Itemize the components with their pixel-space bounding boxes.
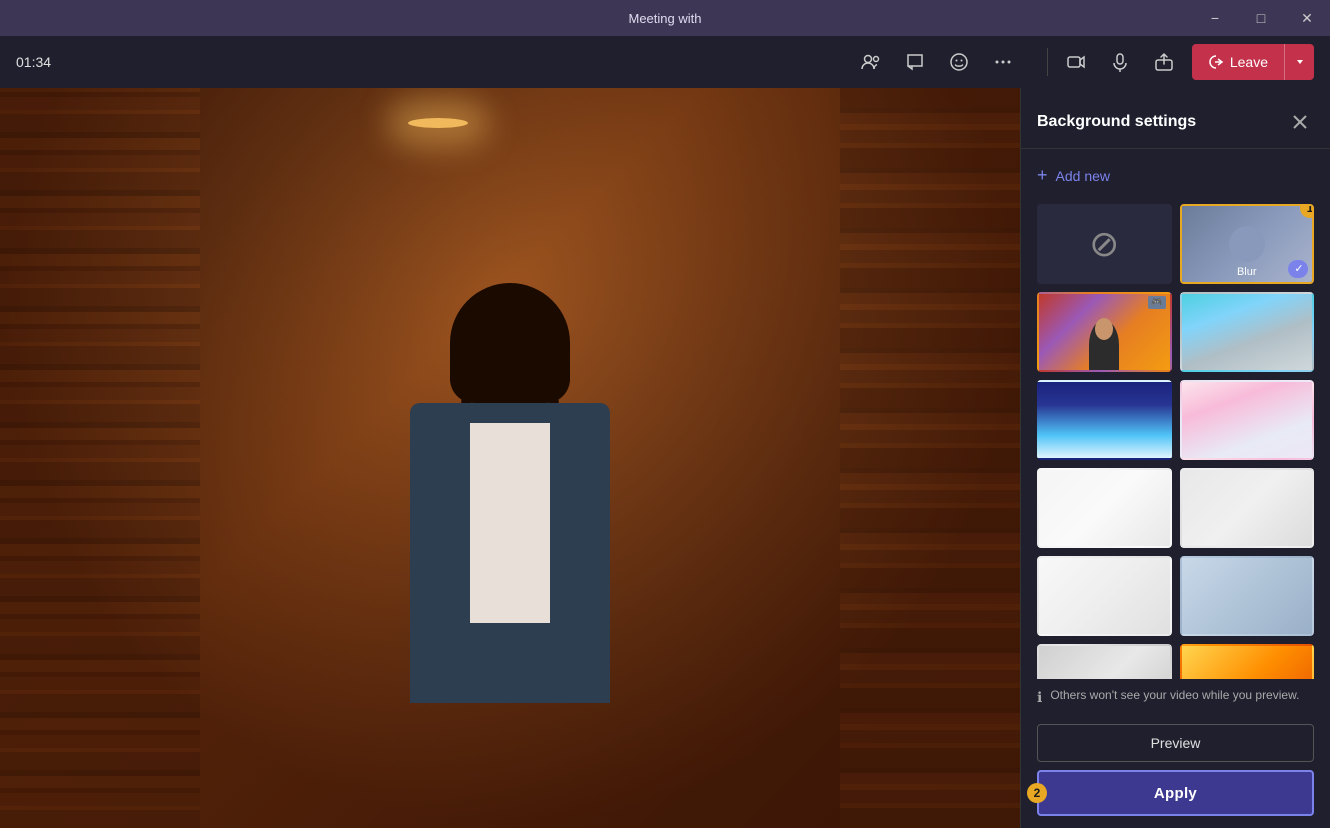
bg-option-4[interactable]: [1180, 380, 1315, 460]
badge-2: 2: [1027, 783, 1047, 803]
bg-grid-row-4: [1037, 468, 1314, 548]
info-icon: ℹ: [1037, 688, 1042, 708]
thumb-tag: 🎮: [1148, 296, 1165, 309]
blur-avatar-icon: [1229, 226, 1265, 262]
bg-option-3[interactable]: [1037, 380, 1172, 460]
bg-settings-header: Background settings: [1021, 88, 1330, 149]
call-timer: 01:34: [16, 54, 51, 70]
ceiling-light: [408, 118, 468, 128]
camera-button[interactable]: [1056, 42, 1096, 82]
bg-option-6[interactable]: [1180, 468, 1315, 548]
window-controls: − □ ✕: [1192, 0, 1330, 36]
mic-button[interactable]: [1100, 42, 1140, 82]
bg-option-5[interactable]: [1037, 468, 1172, 548]
video-area: [0, 88, 1020, 828]
bg-settings-title: Background settings: [1037, 113, 1196, 131]
add-new-button[interactable]: + Add new: [1037, 161, 1314, 190]
main-area: Background settings + Add new ⊘ 1: [0, 88, 1330, 828]
person-hair: [450, 283, 570, 403]
info-text: Others won't see your video while you pr…: [1050, 687, 1299, 704]
bg-blur-option[interactable]: 1 Blur ✓: [1180, 204, 1315, 284]
leave-button[interactable]: Leave: [1192, 44, 1284, 80]
info-bar: ℹ Others won't see your video while you …: [1021, 679, 1330, 716]
close-button[interactable]: ✕: [1284, 0, 1330, 36]
person-video: [310, 228, 710, 828]
bg-option-10[interactable]: [1180, 644, 1315, 679]
person-shirt: [470, 423, 550, 623]
leave-dropdown-button[interactable]: [1284, 44, 1314, 80]
bg-option-7[interactable]: [1037, 556, 1172, 636]
bg-grid-row-1: ⊘ 1 Blur ✓: [1037, 204, 1314, 284]
leave-button-group: Leave: [1192, 44, 1314, 80]
add-new-label: Add new: [1056, 168, 1110, 184]
bg-settings-close-button[interactable]: [1286, 108, 1314, 136]
more-button[interactable]: [983, 42, 1023, 82]
toolbar-divider: [1047, 48, 1048, 76]
bg-option-2[interactable]: [1180, 292, 1315, 372]
people-button[interactable]: [851, 42, 891, 82]
toolbar-icons: [851, 42, 1023, 82]
bg-grid-row-5: [1037, 556, 1314, 636]
bg-option-1[interactable]: 🎮: [1037, 292, 1172, 372]
plus-icon: +: [1037, 165, 1048, 186]
bg-grid-row-2: 🎮: [1037, 292, 1314, 372]
reactions-button[interactable]: [939, 42, 979, 82]
preview-button[interactable]: Preview: [1037, 724, 1314, 762]
bg-settings-body: + Add new ⊘ 1 Blur ✓: [1021, 149, 1330, 679]
apply-button[interactable]: Apply: [1037, 770, 1314, 816]
window-title: Meeting with: [629, 11, 702, 26]
background-settings-panel: Background settings + Add new ⊘ 1: [1020, 88, 1330, 828]
bg-none-option[interactable]: ⊘: [1037, 204, 1172, 284]
bg-grid-row-3: [1037, 380, 1314, 460]
minimize-button[interactable]: −: [1192, 0, 1238, 36]
bg-grid-row-6: [1037, 644, 1314, 679]
toolbar: 01:34: [0, 36, 1330, 88]
share-button[interactable]: [1144, 42, 1184, 82]
bg-option-9[interactable]: [1037, 644, 1172, 679]
check-icon: ✓: [1288, 260, 1306, 278]
titlebar: Meeting with − □ ✕: [0, 0, 1330, 36]
apply-button-wrapper: 2 Apply: [1037, 770, 1314, 816]
bg-option-8[interactable]: [1180, 556, 1315, 636]
media-controls: [1056, 42, 1184, 82]
no-background-icon: ⊘: [1089, 223, 1119, 265]
bg-settings-footer: Preview 2 Apply: [1021, 716, 1330, 828]
chat-button[interactable]: [895, 42, 935, 82]
leave-label: Leave: [1230, 54, 1268, 70]
maximize-button[interactable]: □: [1238, 0, 1284, 36]
blur-label: Blur: [1237, 266, 1257, 278]
